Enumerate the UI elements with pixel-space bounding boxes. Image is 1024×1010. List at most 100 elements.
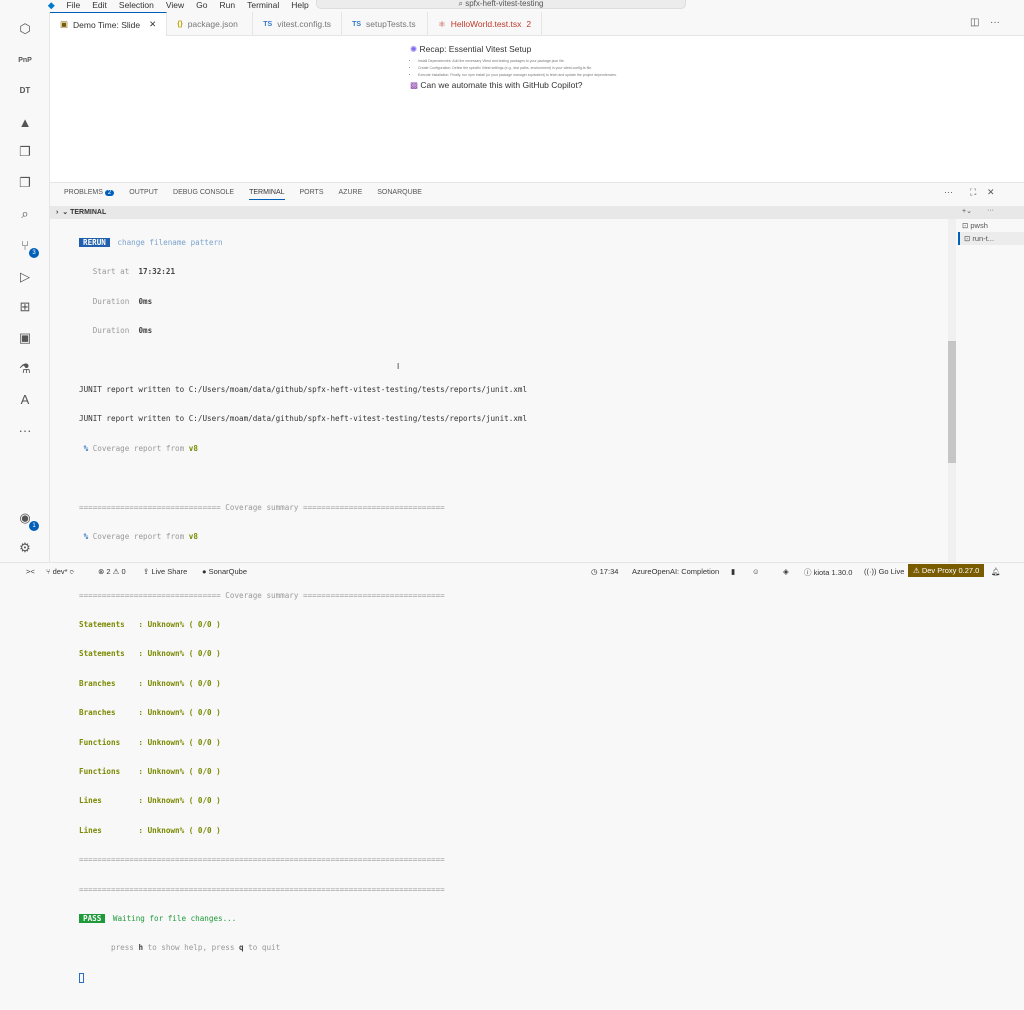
panel-tab-terminal[interactable]: TERMINAL [249,189,285,200]
menu-edit[interactable]: Edit [92,0,107,11]
terminal-line: =============================== Coverage… [79,590,445,600]
editor-tabs: ▣ Demo Time: Slide ✕ {} package.json TS vite… [50,12,1024,36]
robot-icon: ▩ [410,80,419,90]
azure-openai-status[interactable]: AzureOpenAI: Completion [632,567,719,576]
terminal-list: ⊡ pwsh ⊡ run-t... [958,219,1024,245]
menu-file[interactable]: File [67,0,81,11]
terminal-more-icon[interactable]: ··· [987,207,994,214]
status-bar: >< ⑂ dev* ⟳ ⊗ 2 ⚠ 0 ⇪ Live Share ● Sonar… [0,562,1024,580]
branch-status[interactable]: ⑂ dev* ⟳ [46,567,74,576]
extension-status-icon[interactable]: ◈ [783,567,789,576]
demo-time-icon[interactable]: ⬡ [15,19,35,39]
tab-setup-tests[interactable]: TS setupTests.ts [342,12,429,36]
panel-tab-debug-console[interactable]: DEBUG CONSOLE [173,189,234,200]
tab-label: vitest.config.ts [277,19,332,29]
terminal-line: % Coverage report from v8 [79,531,948,542]
panel-tab-output[interactable]: OUTPUT [129,189,158,200]
close-icon[interactable]: ✕ [149,19,156,30]
scrollbar-thumb[interactable] [948,341,956,463]
vscode-logo: ◆ [48,0,55,10]
copilot-icon[interactable]: ☺ [752,567,760,576]
tab-demo-time-slide[interactable]: ▣ Demo Time: Slide ✕ [50,12,168,36]
pnp-icon[interactable]: PnP [15,50,35,70]
chevron-right-icon[interactable]: › [56,209,58,216]
tab-label: Demo Time: Slide [73,19,141,30]
menu-view[interactable]: View [166,0,184,11]
terminal-line: Duration 0ms [79,296,948,307]
dev-tools-icon[interactable]: DT [15,80,35,100]
gear-icon: ✺ [410,44,418,54]
coverage-stat: Statements : Unknown% ( 0/0 ) [79,649,221,659]
clock-icon: ◷ [591,567,598,576]
dev-proxy-status[interactable]: ⚠ Dev Proxy 0.27.0 [908,564,985,577]
split-editor-icon[interactable]: ◫ [970,17,979,28]
pass-badge: PASS [79,913,106,923]
menu-selection[interactable]: Selection [119,0,154,11]
terminal-scrollbar[interactable] [948,219,956,563]
more-icon[interactable]: ··· [15,420,35,440]
settings-gear-icon[interactable]: ⚙ [15,538,35,558]
testing-icon[interactable]: ⚗ [15,359,35,379]
tab-package-json[interactable]: {} package.json [167,12,254,36]
panel-more-icon[interactable]: ··· [944,187,953,197]
extensions-icon[interactable]: ⊞ [15,297,35,317]
azure-functions-icon[interactable]: ▲ [15,112,35,132]
kiota-status[interactable]: ⓘ kiota 1.30.0 [804,567,852,578]
maximize-panel-icon[interactable]: ⛶ [970,187,976,198]
tab-vitest-config[interactable]: TS vitest.config.ts [253,12,343,36]
tab-label: HelloWorld.test.tsx [450,19,522,29]
azure-icon[interactable]: A [15,389,35,409]
terminal-item-pwsh[interactable]: ⊡ pwsh [958,219,1024,232]
slide-title-text: Recap: Essential Vitest Setup [419,44,532,54]
run-debug-icon[interactable]: ▷ [15,267,35,287]
close-panel-icon[interactable]: ✕ [987,187,995,198]
explorer-icon[interactable]: ❐ [15,173,35,193]
live-share-status[interactable]: ⇪ Live Share [143,567,187,576]
panel-tab-sonarqube[interactable]: SONARQUBE [377,189,422,200]
error-count: 2 [106,567,111,576]
notebook-icon[interactable]: ▮ [731,567,735,576]
terminal-output[interactable]: RERUN change filename pattern Start at 1… [65,219,948,983]
menu-help[interactable]: Help [291,0,308,11]
remote-explorer-icon[interactable]: ▣ [15,328,35,348]
error-icon: ⊗ [98,567,105,576]
panel-tab-ports[interactable]: PORTS [300,189,324,200]
terminal-line: ========================================… [79,884,445,894]
warning-icon: ⚠ [112,567,120,576]
slide-editor: ✺ Recap: Essential Vitest Setup Install … [50,36,1024,182]
slide-title: ✺ Recap: Essential Vitest Setup [410,44,650,55]
source-control-icon[interactable]: ⑂ 3 [15,235,39,258]
go-live-status[interactable]: ((·)) Go Live [864,567,904,576]
files-icon[interactable]: ❐ [15,142,35,162]
tab-helloworld-test[interactable]: ⚛ HelloWorld.test.tsx 2 [428,12,543,36]
command-center-search[interactable]: ⌕ spfx-heft-vitest-testing [316,0,686,9]
menu-terminal[interactable]: Terminal [247,0,279,11]
terminal-section-header[interactable]: › ⌄ TERMINAL +⌄ ··· [50,206,1024,219]
time-status[interactable]: ◷ 17:34 [591,567,618,576]
panel-tab-problems[interactable]: PROBLEMS 2 [64,189,115,200]
notifications-bell-icon[interactable]: 🔔︎ [991,567,1001,576]
percent-icon: % [79,443,89,453]
menu-go[interactable]: Go [196,0,207,11]
search-icon[interactable]: ⌕ [15,204,35,224]
terminal-name: pwsh [970,221,988,230]
live-share-label: Live Share [151,567,188,576]
more-actions-icon[interactable]: ··· [990,17,1000,28]
sync-icon: ⟳ [69,567,75,576]
help-text: press [79,943,139,953]
remote-icon[interactable]: >< [26,567,35,576]
problems-status[interactable]: ⊗ 2 ⚠ 0 [98,567,126,576]
coverage-stat: Functions : Unknown% ( 0/0 ) [79,737,221,747]
new-terminal-icon[interactable]: +⌄ [962,207,972,215]
terminal-item-run-tests[interactable]: ⊡ run-t... [958,232,1024,245]
menu-run[interactable]: Run [220,0,236,11]
problem-count: 2 [526,19,532,29]
scm-badge: 3 [29,248,39,258]
terminal-line: % Coverage report from v8 [79,443,948,454]
coverage-provider: v8 [188,531,198,541]
rerun-text: change filename pattern [112,238,223,247]
panel-tab-azure[interactable]: AZURE [339,189,363,200]
sonarqube-status[interactable]: ● SonarQube [202,567,247,576]
account-icon[interactable]: ◉ 1 [15,508,39,531]
slide-question-text: Can we automate this with GitHub Copilot… [420,80,583,90]
